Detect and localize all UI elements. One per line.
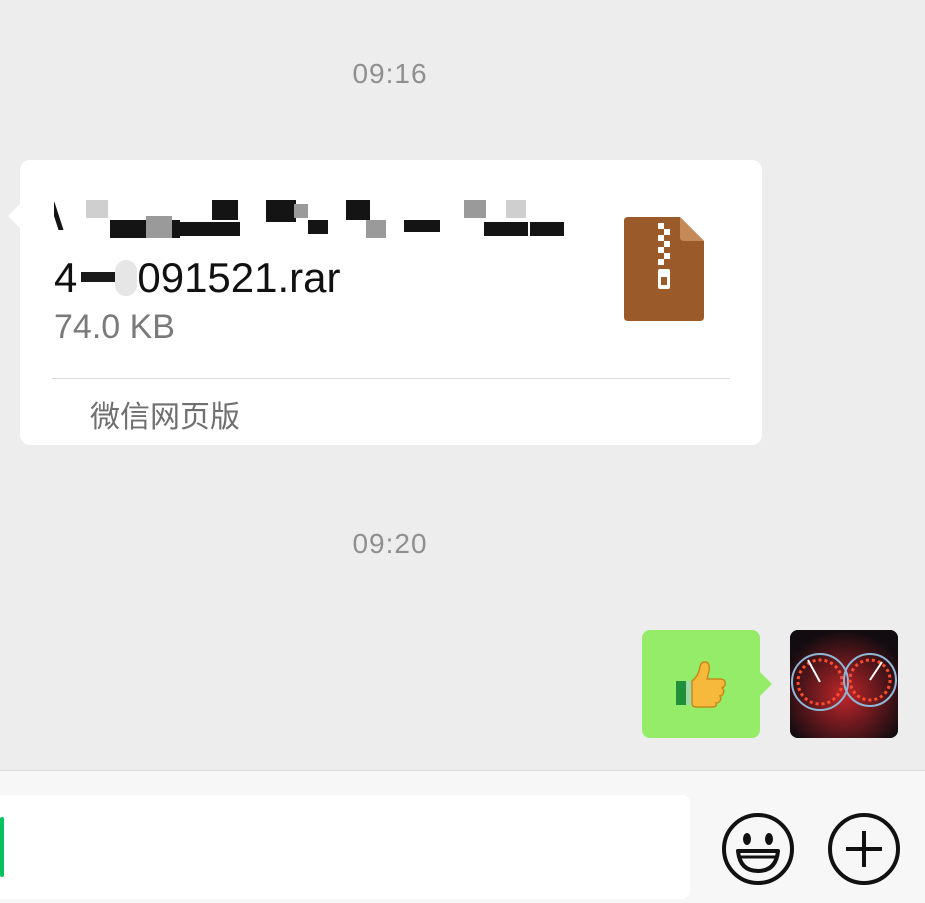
- plus-icon[interactable]: [826, 811, 902, 887]
- thumbs-up-emoji-icon: [676, 661, 726, 708]
- file-name-prefix: 4: [54, 254, 78, 301]
- chat-message-area[interactable]: 09:16 4 091521.rar 74.0 KB 微信网页版 09:20: [0, 0, 925, 770]
- file-size: 74.0 KB: [54, 308, 175, 346]
- file-name: 4 091521.rar: [54, 254, 594, 302]
- emoji-icon[interactable]: [720, 811, 796, 887]
- file-message-card[interactable]: 4 091521.rar 74.0 KB 微信网页版: [8, 160, 762, 445]
- text-caret: [0, 817, 4, 877]
- rar-archive-icon: [624, 217, 704, 321]
- user-avatar[interactable]: [790, 630, 898, 738]
- divider: [52, 378, 730, 379]
- message-text-input[interactable]: [0, 795, 690, 899]
- bubble-tail: [8, 204, 20, 228]
- bubble-tail: [760, 672, 772, 696]
- message-timestamp: 09:16: [352, 58, 428, 89]
- message-timestamp: 09:20: [352, 528, 428, 559]
- file-name-suffix: 091521.rar: [137, 254, 341, 301]
- outgoing-message-bubble[interactable]: [642, 630, 772, 738]
- file-name-redacted-line: [54, 198, 574, 250]
- message-source-label: 微信网页版: [90, 400, 240, 435]
- message-input-bar: [0, 770, 925, 903]
